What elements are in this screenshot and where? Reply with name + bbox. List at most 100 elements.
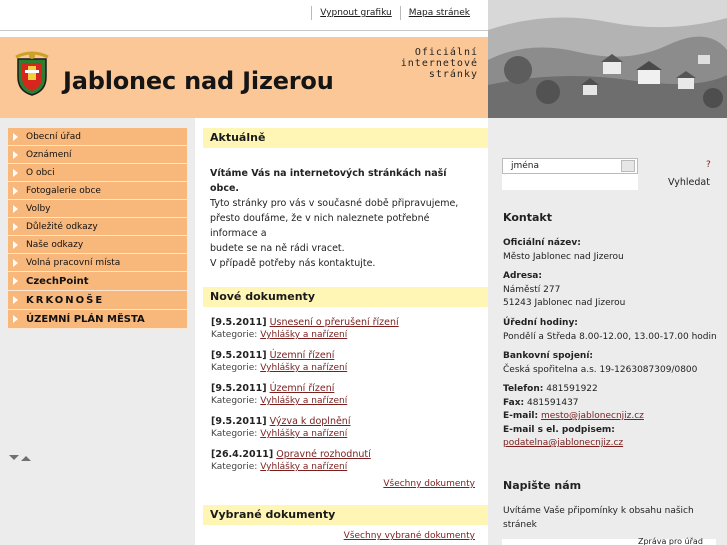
contact-value: 481591437 (526, 397, 579, 408)
menu-item-obecni-urad[interactable]: Obecní úřad (8, 128, 187, 146)
contact-value: Náměstí 277 (503, 284, 561, 295)
menu-item-uzemni-plan[interactable]: ÚZEMNÍ PLÁN MĚSTA (8, 310, 187, 329)
contact-label: Úřední hodiny: (503, 318, 578, 328)
town-photo-image (488, 0, 727, 118)
search-button[interactable]: Vyhledat (668, 177, 710, 188)
menu-arrow-icon (13, 315, 18, 323)
welcome-line: přesto doufáme, že v nich naleznete potř… (210, 213, 430, 239)
contact-esign-email-link[interactable]: podatelna@jablonecnjiz.cz (503, 438, 623, 448)
write-us-text: Uvítáme Vaše připomínky k obsahu našich … (503, 505, 723, 532)
menu-arrow-icon (13, 296, 18, 304)
new-docs-heading: Nové dokumenty (203, 287, 488, 307)
menu-item-czechpoint[interactable]: CzechPoint (8, 272, 187, 291)
doc-date: [9.5.2011] (211, 317, 267, 328)
all-selected-documents-link[interactable]: Všechny vybrané dokumenty (344, 531, 475, 541)
menu-arrow-icon (13, 241, 18, 249)
tagline-line: stránky (428, 69, 478, 80)
welcome-text: Vítáme Vás na internetových stránkách na… (210, 166, 478, 271)
menu-item-o-obci[interactable]: O obci (8, 164, 187, 182)
site-title[interactable]: Jablonec nad Jizerou (63, 67, 334, 95)
search-dropdown-icon[interactable] (621, 160, 635, 172)
write-us-heading: Napište nám (503, 479, 582, 492)
news-heading: Aktuálně (203, 128, 488, 148)
doc-date: [9.5.2011] (211, 416, 267, 427)
doc-title-link[interactable]: Územní řízení (270, 383, 335, 394)
menu-item-label: Volby (26, 203, 51, 214)
contact-heading: Kontakt (503, 211, 552, 224)
welcome-line: Tyto stránky pro vás v současné době při… (210, 198, 459, 209)
menu-item-fotogalerie[interactable]: Fotogalerie obce (8, 182, 187, 200)
doc-category-link[interactable]: Vyhlášky a nařízení (260, 429, 347, 439)
graphics-off-link[interactable]: Vypnout grafiku (311, 6, 400, 20)
menu-item-label: Fotogalerie obce (26, 185, 101, 196)
menu-item-label: CzechPoint (26, 275, 89, 287)
contact-hours: Úřední hodiny: Pondělí a Středa 8.00-12.… (503, 317, 723, 344)
contact-label: E-mail s el. podpisem: (503, 424, 615, 435)
write-us-line: stránek (503, 519, 537, 530)
doc-title-link[interactable]: Výzva k doplnění (270, 416, 351, 427)
contact-label: Oficiální název: (503, 238, 581, 248)
menu-item-label: ÚZEMNÍ PLÁN MĚSTA (26, 313, 145, 325)
menu-arrow-icon (13, 205, 18, 213)
menu-arrow-icon (13, 223, 18, 231)
doc-category-label: Kategorie: (211, 363, 258, 373)
town-crest-icon (15, 51, 49, 96)
tagline-line: internetové (400, 58, 478, 69)
menu-item-label: Obecní úřad (26, 131, 81, 142)
menu-item-dulezite-odkazy[interactable]: Důležité odkazy (8, 218, 187, 236)
write-us-line: Uvítáme Vaše připomínky k obsahu našich (503, 506, 694, 516)
menu-item-nase-odkazy[interactable]: Naše odkazy (8, 236, 187, 254)
search-input-secondary[interactable] (502, 174, 638, 190)
menu-arrow-icon (13, 169, 18, 177)
doc-title-link[interactable]: Usnesení o přerušení řízení (270, 317, 399, 328)
contact-official-name: Oficiální název: Město Jablonec nad Jize… (503, 237, 723, 264)
contact-value: 51243 Jablonec nad Jizerou (503, 298, 626, 308)
doc-category-label: Kategorie: (211, 396, 258, 406)
contact-email-link[interactable]: mesto@jablonecnjiz.cz (541, 411, 644, 421)
contact-value: 481591922 (546, 384, 598, 394)
doc-title-link[interactable]: Územní řízení (270, 350, 335, 361)
contact-label: Bankovní spojení: (503, 351, 594, 361)
menu-item-label: Naše odkazy (26, 239, 84, 250)
doc-item: [9.5.2011] Výzva k doplnění Kategorie: V… (211, 415, 488, 441)
contact-label: E-mail: (503, 411, 539, 421)
sitemap-link[interactable]: Mapa stránek (399, 6, 478, 20)
doc-category-link[interactable]: Vyhlášky a nařízení (260, 363, 347, 373)
all-documents-link[interactable]: Všechny dokumenty (383, 479, 475, 489)
doc-category-link[interactable]: Vyhlášky a nařízení (260, 330, 347, 340)
search-input[interactable]: jména (502, 158, 638, 174)
contact-label: Fax: (503, 397, 525, 408)
left-column: Obecní úřad Oznámení O obci Fotogalerie … (0, 118, 195, 545)
doc-category-link[interactable]: Vyhlášky a nařízení (260, 462, 347, 472)
doc-title-link[interactable]: Opravné rozhodnutí (276, 449, 371, 460)
menu-item-volna-mista[interactable]: Volná pracovní místa (8, 254, 187, 272)
docs-list: [9.5.2011] Usnesení o přerušení řízení K… (195, 316, 488, 489)
main-menu: Obecní úřad Oznámení O obci Fotogalerie … (8, 128, 187, 329)
search-help-link[interactable]: ? (706, 160, 711, 170)
menu-item-oznameni[interactable]: Oznámení (8, 146, 187, 164)
tagline-line: Oficiální (414, 47, 478, 58)
doc-category-label: Kategorie: (211, 429, 258, 439)
menu-item-volby[interactable]: Volby (8, 200, 187, 218)
doc-category-link[interactable]: Vyhlášky a nařízení (260, 396, 347, 406)
collapse-up-icon[interactable] (21, 456, 31, 461)
contact-bank: Bankovní spojení: Česká spořitelna a.s. … (503, 350, 723, 377)
top-links: Vypnout grafiku Mapa stránek (311, 6, 478, 20)
doc-item: [26.4.2011] Opravné rozhodnutí Kategorie… (211, 448, 488, 474)
welcome-line: V případě potřeby nás kontaktujte. (210, 258, 376, 269)
menu-arrow-icon (13, 151, 18, 159)
contact-phones: Telefon: 481591922 Fax: 481591437 E-mail… (503, 383, 723, 451)
message-label: Zpráva pro úřad (638, 537, 703, 545)
menu-scroll-controls (9, 455, 31, 461)
search-input-value: jména (511, 161, 540, 171)
menu-item-label: Volná pracovní místa (26, 257, 121, 268)
doc-date: [26.4.2011] (211, 449, 274, 460)
right-column: jména ? Vyhledat Kontakt Oficiální název… (488, 118, 727, 545)
menu-item-krkonose[interactable]: KRKONOŠE (8, 291, 187, 310)
welcome-bold: Vítáme Vás na internetových stránkách na… (210, 168, 447, 194)
doc-item: [9.5.2011] Územní řízení Kategorie: Vyhl… (211, 382, 488, 408)
expand-down-icon[interactable] (9, 455, 19, 460)
doc-date: [9.5.2011] (211, 383, 267, 394)
menu-item-label: Důležité odkazy (26, 221, 98, 232)
contact-value: Město Jablonec nad Jizerou (503, 251, 624, 262)
